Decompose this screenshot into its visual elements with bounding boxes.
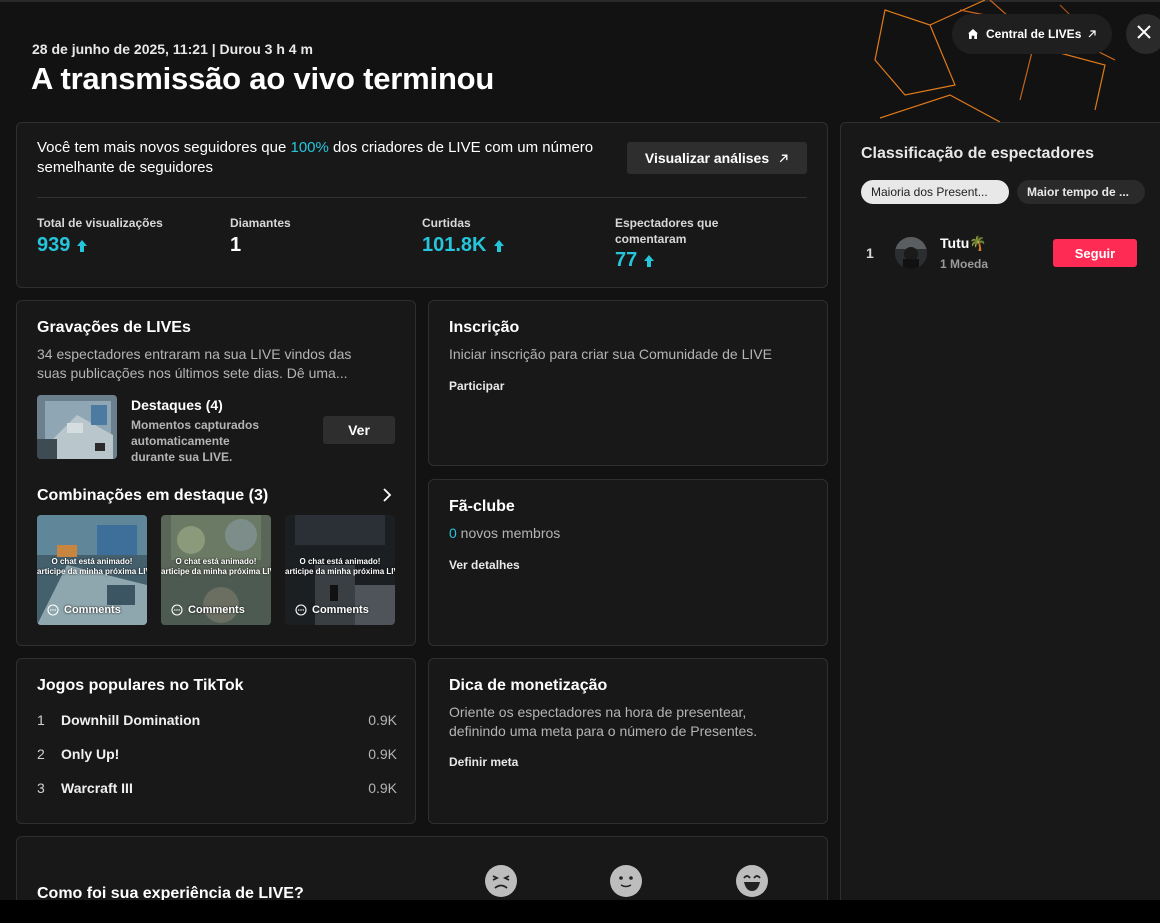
comment-icon	[47, 604, 59, 616]
highlights-title: Destaques (4)	[131, 397, 223, 413]
comment-icon	[295, 604, 307, 616]
close-icon	[1136, 24, 1152, 45]
viewer-ranking-title: Classificação de espectadores	[861, 145, 1095, 162]
clip-thumbnail[interactable]: O chat está animado! articipe da minha pr…	[285, 515, 395, 625]
clip-thumbnail[interactable]: O chat está animado! articipe da minha pr…	[37, 515, 147, 625]
game-list-item[interactable]: 1 Downhill Domination 0.9K	[37, 710, 397, 730]
fan-club-card: Fã-clube 0 novos membros Ver detalhes	[428, 479, 828, 646]
highlights-description: Momentos capturados automaticamente dura…	[131, 418, 260, 464]
followers-message: Você tem mais novos seguidores que 100% …	[37, 139, 594, 176]
recordings-description: 34 espectadores entraram na sua LIVE vin…	[37, 346, 352, 381]
subscription-join-link[interactable]: Participar	[449, 379, 504, 393]
game-list-item[interactable]: 3 Warcraft III 0.9K	[37, 778, 397, 798]
fan-club-new-members: 0 novos membros	[449, 525, 561, 541]
page-title: A transmissão ao vivo terminou	[31, 61, 495, 96]
monetization-tip-card: Dica de monetização Oriente os espectado…	[428, 658, 828, 824]
neutral-face-icon[interactable]	[610, 865, 642, 897]
external-link-icon	[778, 153, 789, 164]
happy-face-icon[interactable]	[736, 865, 768, 897]
trend-up-icon	[643, 254, 655, 268]
fan-club-details-link[interactable]: Ver detalhes	[449, 558, 520, 572]
live-summary-page: 28 de junho de 2025, 11:21 | Durou 3 h 4…	[0, 0, 1160, 923]
highlights-thumbnail[interactable]	[37, 395, 117, 459]
set-goal-link[interactable]: Definir meta	[449, 755, 518, 769]
subscription-card: Inscrição Iniciar inscrição para criar s…	[428, 300, 828, 466]
stats-divider	[37, 197, 807, 198]
home-icon	[967, 28, 979, 40]
recordings-title: Gravações de LIVEs	[37, 319, 191, 336]
subscription-title: Inscrição	[449, 319, 520, 336]
avatar[interactable]	[895, 237, 927, 269]
viewer-coins: 1 Moeda	[940, 257, 989, 271]
sad-face-icon[interactable]	[485, 865, 517, 897]
tab-most-gifts[interactable]: Maioria dos Present...	[861, 180, 1009, 204]
live-center-label: Central de LIVEs	[986, 27, 1082, 41]
live-date-duration: 28 de junho de 2025, 11:21 | Durou 3 h 4…	[32, 41, 313, 57]
viewer-ranking-panel: Classificação de espectadores Maioria do…	[840, 122, 1160, 912]
viewer-rank: 1	[866, 245, 874, 261]
follow-button[interactable]: Seguir	[1053, 239, 1137, 267]
live-center-button[interactable]: Central de LIVEs	[952, 14, 1112, 54]
clip-thumbnail[interactable]: O chat está animado! articipe da minha pr…	[161, 515, 271, 625]
subscription-description: Iniciar inscrição para criar sua Comunid…	[449, 346, 772, 362]
comment-icon	[171, 604, 183, 616]
stat-likes: Curtidas 101.8K	[422, 215, 602, 257]
bottom-bar	[0, 900, 1160, 923]
stat-diamonds: Diamantes 1	[230, 216, 291, 256]
trend-up-icon	[76, 239, 88, 253]
stats-card: Você tem mais novos seguidores que 100% …	[16, 122, 828, 288]
external-link-icon	[1087, 29, 1097, 39]
live-recordings-card: Gravações de LIVEs 34 espectadores entra…	[16, 300, 416, 646]
tab-longest-watch[interactable]: Maior tempo de ...	[1017, 180, 1145, 204]
close-button[interactable]	[1126, 14, 1160, 54]
viewer-name[interactable]: Tutu🌴	[940, 235, 987, 252]
featured-combos-title: Combinações em destaque (3)	[37, 487, 269, 504]
stat-total-views: Total de visualizações 939	[37, 216, 163, 256]
fan-club-title: Fã-clube	[449, 498, 515, 515]
monetization-title: Dica de monetização	[449, 677, 608, 694]
popular-games-title: Jogos populares no TikTok	[37, 677, 244, 694]
viewer-row: 1 Tutu🌴 1 Moeda Seguir	[861, 231, 1141, 275]
view-highlights-button[interactable]: Ver	[323, 416, 395, 444]
popular-games-card: Jogos populares no TikTok 1 Downhill Dom…	[16, 658, 416, 824]
chevron-right-icon[interactable]	[381, 487, 393, 508]
view-analytics-button[interactable]: Visualizar análises	[627, 142, 807, 174]
trend-up-icon	[493, 239, 505, 253]
game-list-item[interactable]: 2 Only Up! 0.9K	[37, 744, 397, 764]
stat-commenters: Espectadores que comentaram 77	[615, 216, 719, 271]
followers-percent: 100%	[290, 139, 329, 156]
monetization-description: Oriente os espectadores na hora de prese…	[449, 704, 758, 739]
